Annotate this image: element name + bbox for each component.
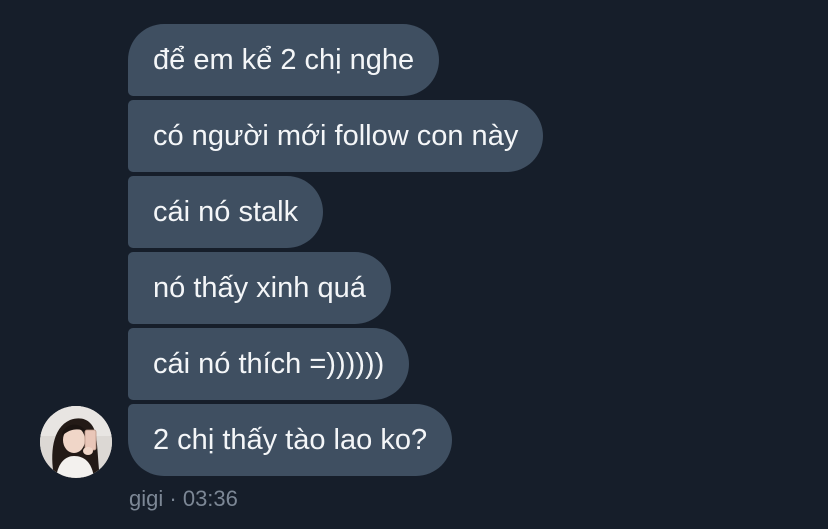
message-text: nó thấy xinh quá <box>153 272 366 304</box>
message-bubble[interactable]: nó thấy xinh quá <box>128 252 391 324</box>
user-avatar-photo-icon <box>40 406 112 478</box>
message-bubble[interactable]: cái nó stalk <box>128 176 324 248</box>
message-bubble[interactable]: cái nó thích =)))))) <box>128 328 410 400</box>
message-timestamp: 03:36 <box>182 486 238 511</box>
message-text: 2 chị thấy tào lao ko? <box>153 424 428 456</box>
meta-separator: · <box>169 486 177 511</box>
sender-name[interactable]: gigi <box>129 486 163 511</box>
message-bubble[interactable]: để em kể 2 chị nghe <box>128 24 440 96</box>
message-text: có người mới follow con này <box>153 120 519 152</box>
message-text: cái nó thích =)))))) <box>153 348 385 380</box>
message-thread: để em kể 2 chị nghe có người mới follow … <box>0 0 828 529</box>
message-meta: gigi · 03:36 <box>129 486 238 512</box>
sender-avatar[interactable] <box>40 406 112 478</box>
message-bubble[interactable]: có người mới follow con này <box>128 100 544 172</box>
message-bubble[interactable]: 2 chị thấy tào lao ko? <box>128 404 453 476</box>
message-text: để em kể 2 chị nghe <box>153 44 415 76</box>
message-text: cái nó stalk <box>153 196 299 228</box>
